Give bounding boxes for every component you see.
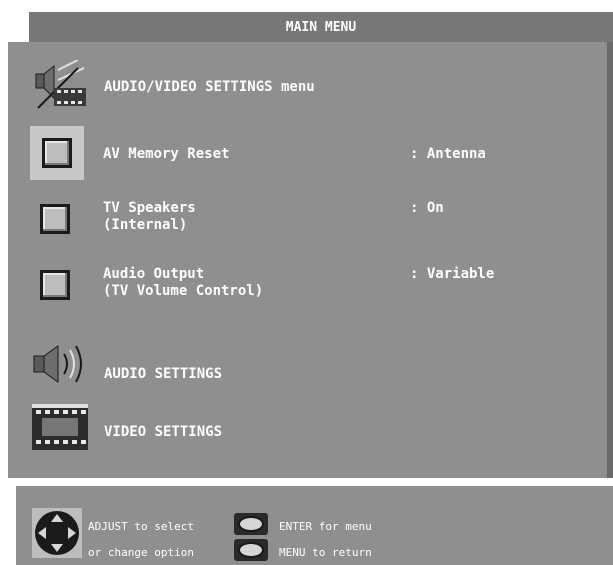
adjust-help-line2: or change option xyxy=(88,546,194,559)
audio-output-value: : Variable xyxy=(410,266,495,282)
film-strip-icon xyxy=(28,402,92,452)
video-settings-item[interactable]: VIDEO SETTINGS xyxy=(28,402,222,452)
tv-speakers-sublabel: (Internal) xyxy=(103,217,188,233)
menu-title: MAIN MENU xyxy=(285,19,357,35)
av-settings-label: AUDIO/VIDEO SETTINGS menu xyxy=(104,79,315,95)
audio-settings-item[interactable]: AUDIO SETTINGS xyxy=(28,342,222,386)
dpad-icon xyxy=(32,508,82,558)
speaker-film-icon xyxy=(28,59,92,112)
speaker-icon xyxy=(28,342,92,386)
av-memory-reset-label: AV Memory Reset xyxy=(103,146,230,162)
menu-title-bar: MAIN MENU xyxy=(29,12,613,42)
video-settings-label: VIDEO SETTINGS xyxy=(104,424,223,440)
enter-button-icon xyxy=(234,513,268,535)
help-bar: ADJUST to select or change option ENTER … xyxy=(16,486,613,565)
audio-output-sublabel: (TV Volume Control) xyxy=(103,283,264,299)
av-settings-header[interactable]: AUDIO/VIDEO SETTINGS menu xyxy=(28,59,315,112)
tv-speakers-label: TV Speakers xyxy=(103,200,196,216)
audio-settings-label: AUDIO SETTINGS xyxy=(104,366,223,382)
tv-speakers-checkbox[interactable] xyxy=(40,204,70,234)
tv-speakers-value: : On xyxy=(410,200,444,216)
audio-output-checkbox[interactable] xyxy=(40,270,70,300)
menu-panel: AUDIO/VIDEO SETTINGS menu AV Memory Rese… xyxy=(8,42,613,478)
enter-help-text: ENTER for menu xyxy=(279,520,372,533)
tv-speakers-item[interactable]: TV Speakers (Internal) : On xyxy=(103,200,603,234)
audio-output-item[interactable]: Audio Output (TV Volume Control) : Varia… xyxy=(103,266,603,300)
menu-help-text: MENU to return xyxy=(279,546,372,559)
menu-button-icon xyxy=(234,539,268,561)
av-memory-reset-checkbox[interactable] xyxy=(42,138,72,168)
av-memory-reset-item[interactable]: AV Memory Reset : Antenna xyxy=(103,146,603,163)
av-memory-reset-value: : Antenna xyxy=(410,146,486,162)
selection-highlight xyxy=(30,126,84,180)
adjust-help-line1: ADJUST to select xyxy=(88,520,194,533)
audio-output-label: Audio Output xyxy=(103,266,205,282)
